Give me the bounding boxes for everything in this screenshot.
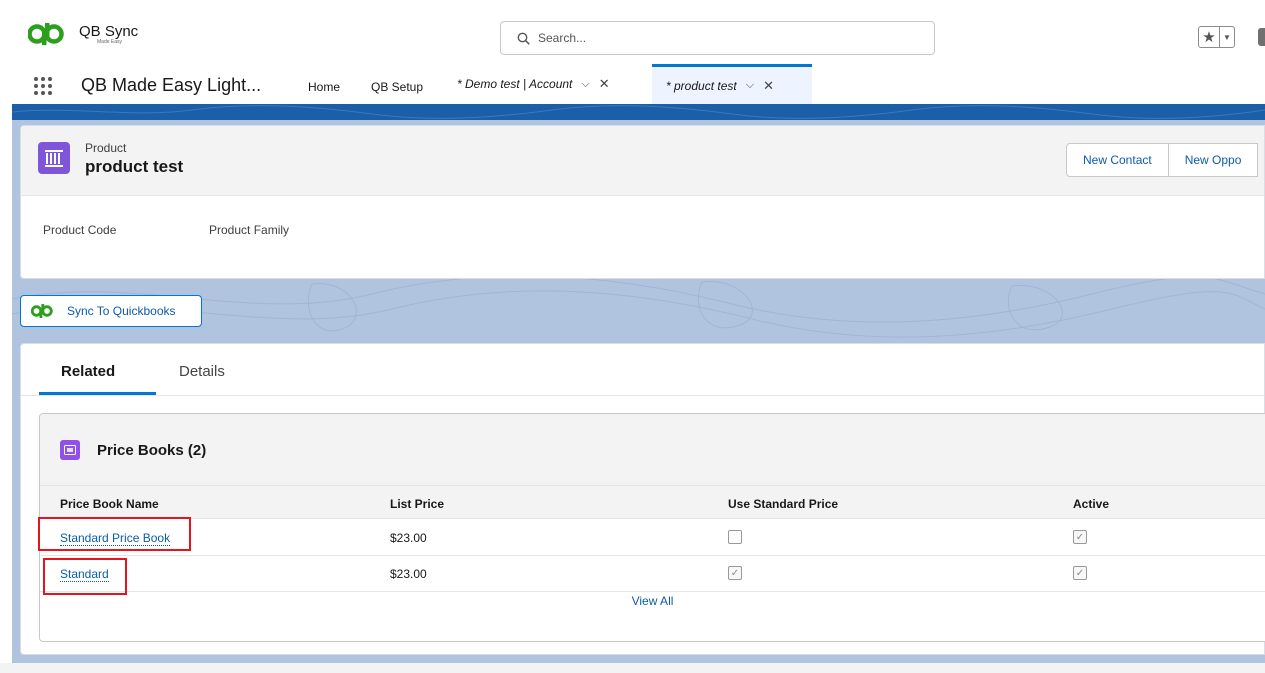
sync-button-label: Sync To Quickbooks — [67, 304, 176, 318]
tab-details[interactable]: Details — [179, 363, 225, 380]
view-all-link[interactable]: View All — [40, 594, 1265, 608]
pricebook-icon — [60, 440, 80, 460]
related-list-header: Price Books (2) — [40, 414, 1265, 486]
active-tab-indicator — [39, 392, 156, 395]
use-standard-price-checkbox: ✓ — [728, 566, 742, 580]
product-icon — [38, 142, 70, 174]
global-header: QB Sync Made Easy ★ ▼ — [0, 0, 1265, 64]
record-actions: New Contact New Oppo — [1066, 143, 1259, 177]
nav-item-home[interactable]: Home — [308, 80, 340, 94]
app-name: QB Made Easy Light... — [81, 75, 262, 95]
active-checkbox: ✓ — [1073, 530, 1087, 544]
highlight-box — [38, 517, 191, 551]
global-search[interactable] — [500, 21, 935, 55]
list-price-value: $23.00 — [390, 567, 427, 581]
tab-label: * product test — [666, 78, 737, 93]
record-header: Product product test New Contact New Opp… — [20, 125, 1265, 279]
search-icon — [517, 32, 530, 45]
global-actions-icon[interactable] — [1258, 28, 1265, 46]
chevron-down-icon[interactable]: ⌵ — [581, 78, 589, 91]
list-price-value: $23.00 — [390, 531, 427, 545]
tab-product-test[interactable]: * product test ⌵ ✕ — [652, 64, 812, 104]
record-highlights: Product product test New Contact New Opp… — [21, 126, 1264, 196]
nav-item-qb-setup[interactable]: QB Setup — [371, 80, 423, 94]
column-header-active: Active — [1073, 497, 1110, 511]
qb-logo-icon — [31, 304, 53, 318]
column-header-list-price: List Price — [390, 497, 445, 511]
bottom-bar — [0, 663, 1265, 673]
favorites-button-group: ★ ▼ — [1198, 26, 1235, 48]
app-launcher-icon[interactable] — [34, 77, 52, 95]
table-header-row: Price Book Name List Price Use Standard … — [40, 486, 1265, 519]
sync-to-quickbooks-button[interactable]: Sync To Quickbooks — [20, 295, 202, 327]
tab-demo-test-account[interactable]: * Demo test | Account ⌵ ✕ — [457, 64, 610, 104]
qb-logo-icon — [28, 23, 64, 45]
related-details-card: Related Details Price Books (2) Price Bo… — [20, 343, 1265, 655]
field-label-product-family: Product Family — [209, 223, 290, 237]
tab-label: * Demo test | Account — [457, 77, 573, 91]
active-checkbox: ✓ — [1073, 566, 1087, 580]
search-input[interactable] — [538, 31, 918, 45]
field-label-product-code: Product Code — [43, 223, 117, 237]
use-standard-price-checkbox — [728, 530, 742, 544]
navigation-bar: QB Made Easy Light... Home QB Setup * De… — [0, 64, 1265, 104]
chevron-down-icon[interactable]: ⌵ — [746, 79, 754, 92]
favorites-dropdown-icon[interactable]: ▼ — [1220, 27, 1234, 47]
favorite-star-icon[interactable]: ★ — [1199, 27, 1220, 47]
record-object-type: Product — [85, 141, 127, 155]
page-title: product test — [85, 157, 184, 176]
price-books-related-list: Price Books (2) Price Book Name List Pri… — [39, 413, 1265, 642]
related-list-title: Price Books (2) — [97, 442, 207, 459]
table-row: Standard $23.00 ✓ ✓ — [40, 556, 1265, 592]
column-header-price-book-name: Price Book Name — [60, 497, 159, 511]
column-header-use-standard-price: Use Standard Price — [728, 497, 839, 511]
tab-bar: Related Details — [21, 344, 1264, 396]
table-row: Standard Price Book $23.00 ✓ — [40, 520, 1265, 556]
highlight-box — [43, 558, 127, 595]
tab-related[interactable]: Related — [61, 363, 115, 380]
new-opportunity-button[interactable]: New Oppo — [1168, 143, 1259, 177]
view-all-label: View All — [631, 594, 674, 608]
close-icon[interactable]: ✕ — [763, 78, 774, 94]
app-logo[interactable]: QB Sync Made Easy — [28, 23, 138, 45]
new-contact-button[interactable]: New Contact — [1066, 143, 1169, 177]
close-icon[interactable]: ✕ — [599, 76, 610, 92]
logo-title: QB Sync — [79, 22, 139, 40]
logo-tagline: Made Easy — [97, 38, 123, 45]
